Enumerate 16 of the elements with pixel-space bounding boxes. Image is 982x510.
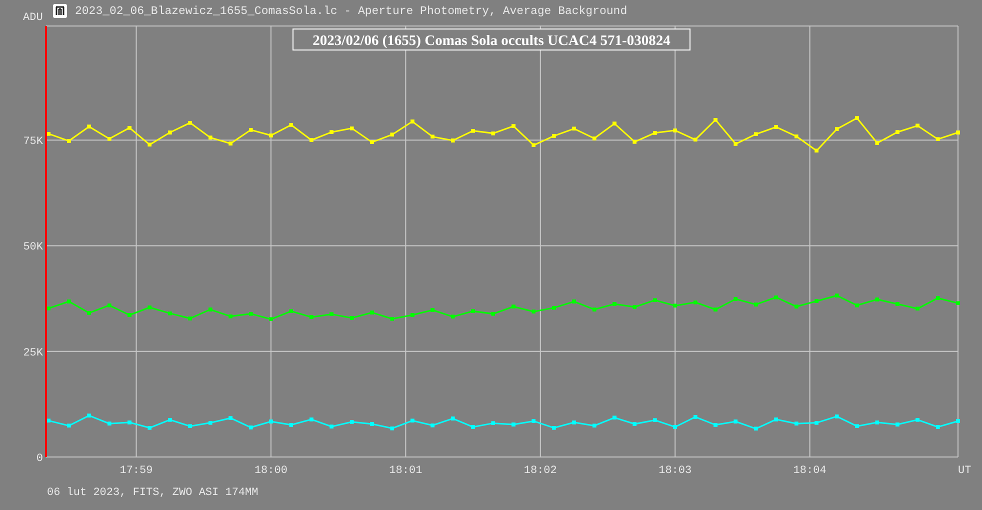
y-axis-label: ADU	[23, 12, 44, 24]
window-title: 2023_02_06_Blazewicz_1655_ComasSola.lc - Aperture Photometry, Average Background	[75, 5, 628, 18]
x-tick-label: 18:01	[389, 465, 422, 477]
x-tick-label: 18:00	[254, 465, 288, 477]
y-tick-label: 75K	[23, 136, 43, 148]
y-tick-label: 25K	[23, 347, 43, 360]
x-axis-label: UT	[958, 465, 972, 477]
x-tick-label: 18:03	[658, 465, 692, 477]
x-tick-label: 17:59	[120, 465, 153, 477]
footer-text: 06 lut 2023, FITS, ZWO ASI 174MM	[46, 487, 260, 499]
y-tick-label: 50K	[23, 242, 43, 254]
y-tick-label: 0	[36, 453, 43, 465]
x-tick-label: 18:02	[524, 465, 557, 477]
chart-title: 2023/02/06 (1655) Comas Sola occults UCAC4 571-030824	[292, 28, 690, 50]
app-icon	[53, 4, 67, 18]
x-tick-label: 18:04	[793, 465, 826, 477]
